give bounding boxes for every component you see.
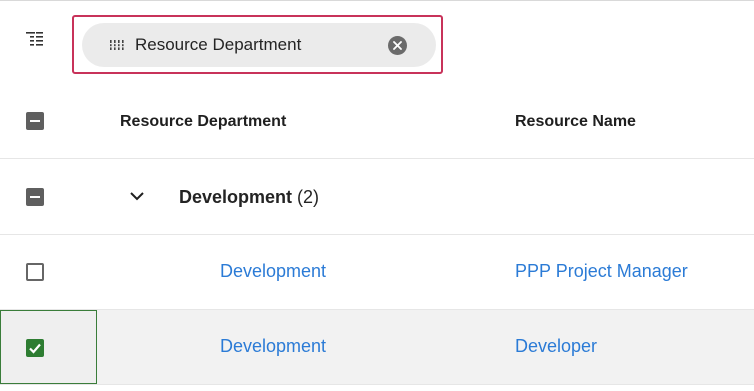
group-name: Development — [179, 187, 293, 207]
group-chip-label: Resource Department — [135, 35, 302, 54]
resource-name-link[interactable]: PPP Project Manager — [515, 261, 688, 282]
column-header-name[interactable]: Resource Name — [515, 113, 636, 131]
department-link[interactable]: Development — [220, 261, 326, 282]
group-by-bar: Resource Department — [0, 1, 754, 84]
chevron-down-icon[interactable] — [130, 191, 144, 201]
group-title: Development (2) — [179, 187, 319, 208]
group-select-checkbox[interactable] — [26, 188, 44, 206]
group-count: (2) — [297, 187, 320, 207]
remove-group-icon[interactable] — [388, 36, 407, 55]
row-divider — [0, 384, 754, 385]
row-checkbox-checked[interactable] — [26, 339, 44, 357]
table-row-selected[interactable]: Development Developer — [0, 310, 754, 385]
table-row[interactable]: Development PPP Project Manager — [0, 235, 754, 310]
drag-grip-icon[interactable] — [110, 40, 124, 50]
grid-header-row: Resource Department Resource Name — [0, 84, 754, 159]
row-checkbox[interactable] — [26, 263, 44, 281]
resource-name-link[interactable]: Developer — [515, 336, 597, 357]
group-by-chip[interactable]: Resource Department — [82, 23, 436, 67]
group-row: Development (2) — [0, 159, 754, 235]
department-link[interactable]: Development — [220, 336, 326, 357]
selection-cell[interactable] — [0, 310, 97, 384]
check-icon — [29, 343, 41, 354]
column-header-department[interactable]: Resource Department — [120, 113, 286, 131]
group-list-icon[interactable] — [26, 31, 44, 47]
select-all-checkbox[interactable] — [26, 112, 44, 130]
